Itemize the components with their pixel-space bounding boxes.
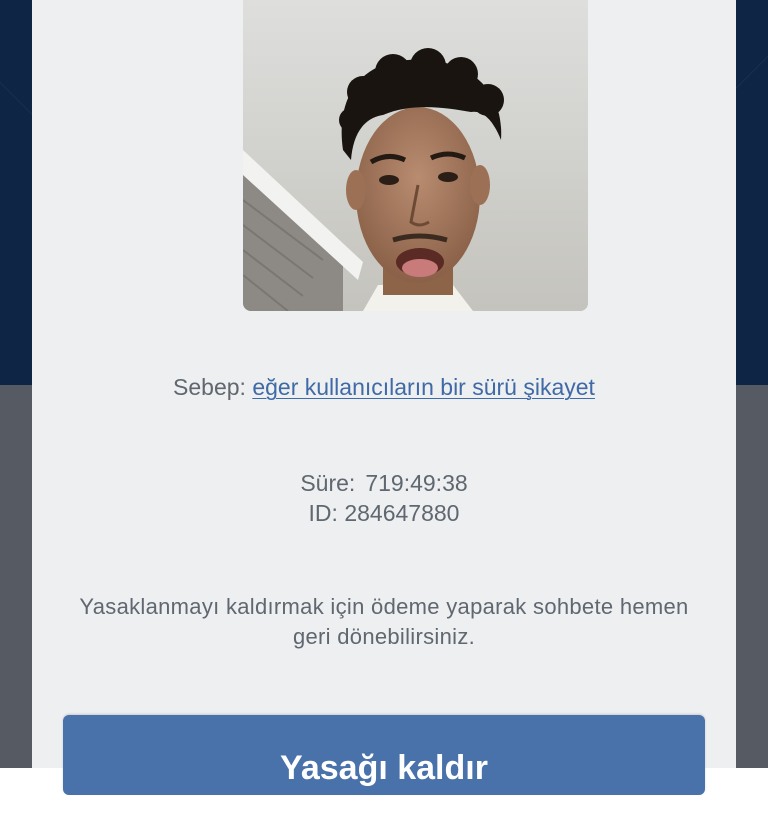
ban-reason: Sebep: eğer kullanıcıların bir sürü şika… [32, 374, 736, 401]
duration-label: Süre: [300, 470, 356, 496]
duration-value: 719:49:38 [365, 470, 468, 496]
id-label: ID: [308, 500, 338, 526]
id-row: ID: 284647880 [32, 498, 736, 528]
reason-link[interactable]: eğer kullanıcıların bir sürü şikayet [252, 374, 595, 400]
ban-dialog: Sebep: eğer kullanıcıların bir sürü şika… [32, 0, 736, 768]
duration-row: Süre: 719:49:38 [32, 468, 736, 498]
user-photo [243, 0, 588, 311]
ban-info: Süre: 719:49:38 ID: 284647880 [32, 468, 736, 528]
id-value: 284647880 [344, 500, 460, 526]
remove-ban-button[interactable]: Yasağı kaldır [63, 715, 705, 795]
reason-label: Sebep: [173, 374, 246, 400]
user-photo-image [243, 0, 588, 311]
unban-notice: Yasaklanmayı kaldırmak için ödeme yapara… [79, 594, 689, 649]
